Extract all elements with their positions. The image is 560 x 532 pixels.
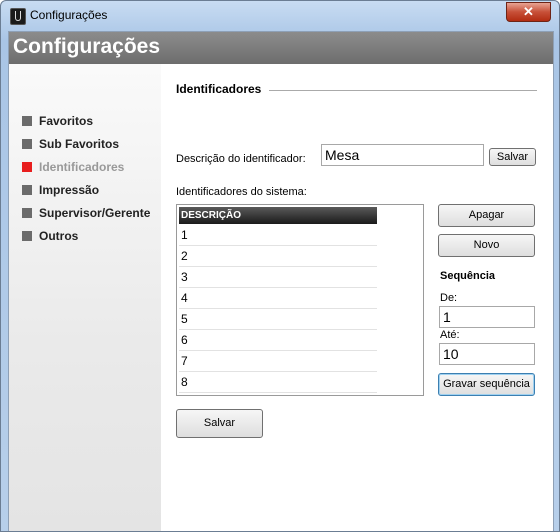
ate-input[interactable] — [439, 343, 535, 365]
section-title: Identificadores — [176, 82, 262, 96]
list-header-descricao[interactable]: DESCRIÇÃO — [179, 207, 377, 224]
sidebar-item-label: Identificadores — [39, 160, 125, 174]
sidebar-item-label: Sub Favoritos — [39, 137, 120, 151]
list-item[interactable]: 6 — [179, 330, 377, 351]
identificadores-list[interactable]: DESCRIÇÃO 1 2 3 4 5 6 7 8 — [176, 204, 424, 396]
descricao-label: Descrição do identificador: — [176, 153, 306, 165]
sequencia-title: Sequência — [440, 270, 496, 282]
bullet-square-icon — [22, 231, 32, 241]
sidebar-item-impressao[interactable]: Impressão — [22, 182, 99, 198]
page-header: Configurações — [9, 32, 553, 64]
section-divider — [269, 90, 537, 91]
identificadores-panel: Identificadores Descrição do identificad… — [161, 64, 553, 531]
sidebar-item-label: Outros — [39, 229, 79, 243]
list-item[interactable]: 2 — [179, 246, 377, 267]
bullet-square-icon — [22, 185, 32, 195]
de-input[interactable] — [439, 306, 535, 328]
configuracoes-window: Configurações ✕ Configurações Favoritos … — [0, 0, 560, 532]
descricao-input[interactable] — [321, 144, 484, 166]
sidebar: Favoritos Sub Favoritos Identificadores … — [9, 64, 161, 531]
sidebar-item-outros[interactable]: Outros — [22, 228, 78, 244]
lista-label: Identificadores do sistema: — [176, 186, 307, 198]
list-item[interactable]: 4 — [179, 288, 377, 309]
novo-button[interactable]: Novo — [438, 234, 535, 257]
sidebar-item-sub-favoritos[interactable]: Sub Favoritos — [22, 136, 119, 152]
bullet-square-icon — [22, 162, 32, 172]
salvar-descricao-button[interactable]: Salvar — [489, 148, 536, 166]
sidebar-item-identificadores[interactable]: Identificadores — [22, 159, 124, 175]
list-item[interactable]: 3 — [179, 267, 377, 288]
window-title: Configurações — [30, 8, 108, 22]
sidebar-item-label: Impressão — [39, 183, 100, 197]
bullet-square-icon — [22, 208, 32, 218]
list-item[interactable]: 7 — [179, 351, 377, 372]
salvar-button[interactable]: Salvar — [176, 409, 263, 438]
sidebar-item-favoritos[interactable]: Favoritos — [22, 113, 93, 129]
apagar-button[interactable]: Apagar — [438, 204, 535, 227]
list-item[interactable]: 1 — [179, 225, 377, 246]
app-icon — [10, 8, 26, 25]
ate-label: Até: — [440, 329, 460, 341]
sidebar-item-supervisor-gerente[interactable]: Supervisor/Gerente — [22, 205, 150, 221]
de-label: De: — [440, 292, 458, 304]
sidebar-item-label: Supervisor/Gerente — [39, 206, 151, 220]
gravar-sequencia-button[interactable]: Gravar sequência — [438, 373, 535, 396]
sidebar-item-label: Favoritos — [39, 114, 94, 128]
page-title: Configurações — [13, 35, 161, 58]
list-item[interactable]: 5 — [179, 309, 377, 330]
title-bar[interactable]: Configurações ✕ — [1, 1, 559, 31]
close-button[interactable]: ✕ — [506, 2, 551, 22]
client-area: Configurações Favoritos Sub Favoritos Id… — [8, 31, 554, 531]
list-item[interactable]: 8 — [179, 372, 377, 393]
bullet-square-icon — [22, 116, 32, 126]
close-icon: ✕ — [523, 4, 534, 19]
bullet-square-icon — [22, 139, 32, 149]
